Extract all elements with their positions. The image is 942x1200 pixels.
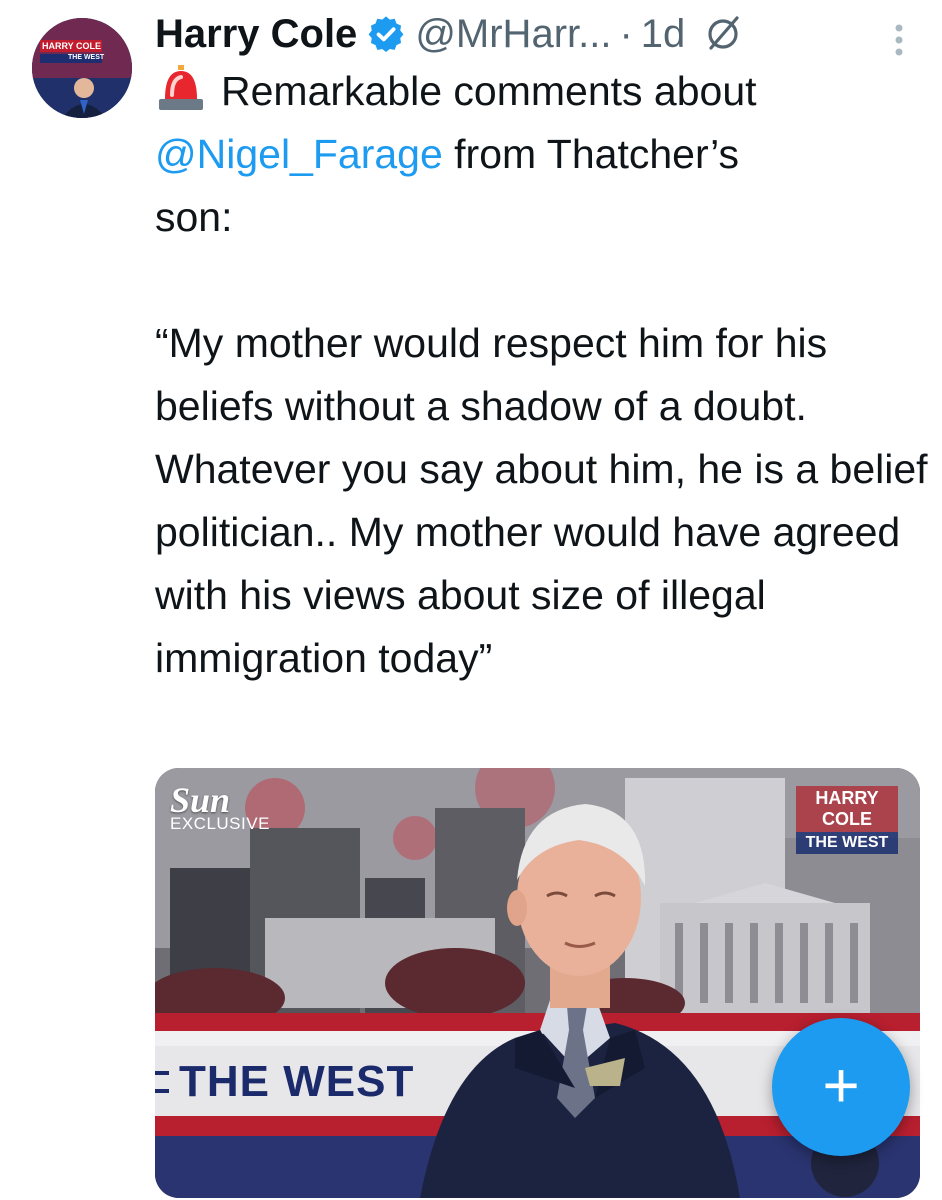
compose-button[interactable]: + xyxy=(772,1018,910,1156)
tweet-text-body: from Thatcher’s son: “My mother would re… xyxy=(155,131,928,681)
show-badge: HARRY COLE THE WEST xyxy=(796,786,898,854)
avatar-image xyxy=(32,18,132,118)
grok-icon[interactable] xyxy=(703,14,743,54)
tweet-text: Remarkable comments about @Nigel_Farage … xyxy=(155,60,935,690)
avatar-overlay-line2: THE WEST xyxy=(68,54,105,61)
sun-logo: Sun xyxy=(170,780,231,820)
banner-lines-icon xyxy=(155,1071,169,1093)
show-badge-line1: HARRY COLE xyxy=(796,786,898,832)
tweet-header: Harry Cole @MrHarr... · 1d xyxy=(155,6,743,62)
author-avatar[interactable]: HARRY COLE THE WEST xyxy=(32,18,132,118)
the-west-banner: THE WEST xyxy=(155,1050,425,1114)
author-handle[interactable]: @MrHarr... xyxy=(415,12,611,57)
show-badge-line2: THE WEST xyxy=(796,832,898,854)
mention-link[interactable]: @Nigel_Farage xyxy=(155,131,443,177)
avatar-overlay-line1: HARRY COLE xyxy=(42,41,102,51)
banner-text: THE WEST xyxy=(179,1057,415,1106)
tweet-time[interactable]: 1d xyxy=(641,12,686,57)
separator-dot: · xyxy=(619,11,633,56)
author-name[interactable]: Harry Cole xyxy=(155,12,357,57)
siren-emoji-icon xyxy=(155,65,207,111)
exclusive-label: EXCLUSIVE xyxy=(170,814,270,833)
verified-badge-icon xyxy=(367,15,405,53)
more-options-icon[interactable] xyxy=(892,22,906,63)
tweet-text-line1: Remarkable comments about xyxy=(221,68,757,114)
plus-icon: + xyxy=(822,1049,860,1121)
